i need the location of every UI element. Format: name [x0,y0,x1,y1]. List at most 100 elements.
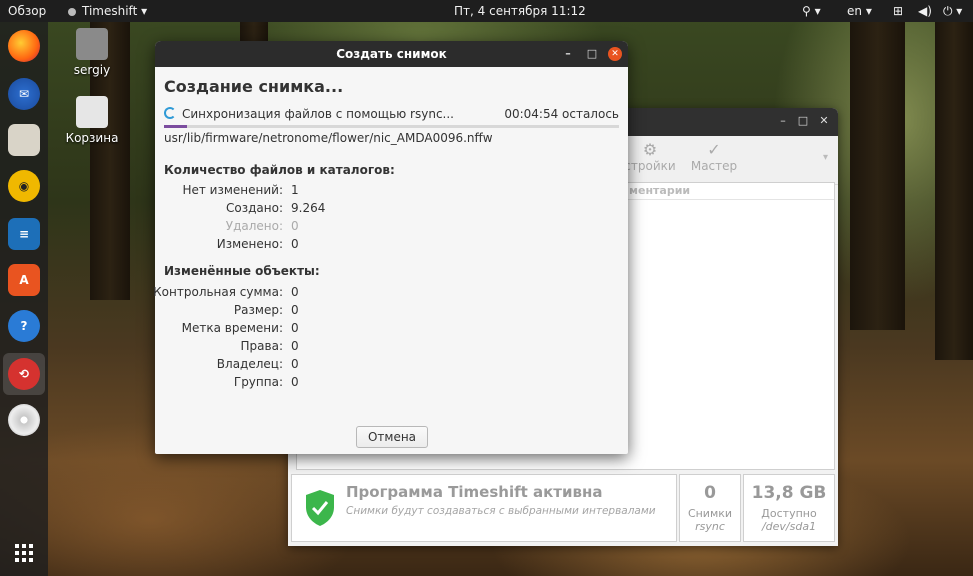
available-label: Доступно [761,507,817,520]
clock[interactable]: Пт, 4 сентября 11:12 [454,0,586,22]
time-remaining: 00:04:54 осталось [504,107,619,121]
dialog-title: Создать снимок [336,47,447,61]
toolbar-wizard[interactable]: ✓ Мастер [684,140,744,173]
chevron-down-icon[interactable]: ▾ [823,152,828,163]
count-row: Изменено: 0 [155,237,455,255]
changed-value: 0 [291,321,299,335]
gear-icon: ⚙ [642,140,658,159]
snapshots-label: Снимки [687,507,733,520]
count-label: Нет изменений: [182,183,283,197]
maximize-icon[interactable]: □ [585,47,599,61]
network-icon[interactable]: ⊞ [893,0,903,22]
changed-value: 0 [291,285,299,299]
status-title: Программа Timeshift активна [346,483,603,501]
tree-trunk [935,0,973,360]
changed-label: Владелец: [216,357,283,371]
sync-status: Синхронизация файлов с помощью rsync... … [164,107,619,121]
home-folder-icon [76,28,108,60]
snapshots-sub: rsync [695,520,725,533]
language-indicator[interactable]: en ▾ [847,0,872,22]
count-row: Удалено: 0 [155,219,455,237]
power-icon[interactable]: ⏻ ▾ [943,0,962,22]
count-value: 1 [291,183,299,197]
changed-value: 0 [291,339,299,353]
changed-value: 0 [291,375,299,389]
available-card: 13,8 GB Доступно /dev/sda1 [743,474,835,542]
disc-icon[interactable] [8,404,40,436]
desktop-trash[interactable]: Корзина [62,96,122,145]
timeshift-icon[interactable]: ⟲ [8,358,40,390]
tree-trunk [850,0,905,330]
chevron-down-icon: ▾ [141,4,148,18]
timeshift-icon [68,7,76,16]
progress-fill [164,125,187,128]
dialog-titlebar: Создать снимок – □ ✕ [155,41,628,67]
counts-section-title: Количество файлов и каталогов: [164,163,395,177]
desktop-icon-label: sergiy [73,63,111,77]
count-value: 0 [291,237,299,251]
count-value: 0 [291,219,299,233]
changed-label: Права: [240,339,283,353]
toolbar-wizard-label: Мастер [690,159,738,173]
changed-row: Размер: 0 [155,303,455,321]
trash-icon [76,96,108,128]
cancel-button[interactable]: Отмена [356,426,428,448]
dock: ✉ ◉ ≡ A ? ⟲ [0,22,48,576]
help-icon[interactable]: ? [8,310,40,342]
snapshots-card: 0 Снимки rsync [679,474,741,542]
app-name: Timeshift [82,4,138,18]
changed-section-title: Изменённые объекты: [164,264,320,278]
thunderbird-icon[interactable]: ✉ [8,78,40,110]
toolbar-settings[interactable]: ⚙ стройки [620,140,680,173]
top-bar: Обзор Timeshift ▾ Пт, 4 сентября 11:12 ⚲… [0,0,973,22]
close-icon[interactable]: ✕ [608,47,622,61]
writer-icon[interactable]: ≡ [8,218,40,250]
accessibility-icon[interactable]: ⚲ ▾ [802,0,821,22]
create-snapshot-dialog: Создать снимок – □ ✕ Создание снимка... … [153,41,628,454]
desktop-home-folder[interactable]: sergiy [62,28,122,77]
maximize-icon[interactable]: □ [796,114,810,128]
minimize-icon[interactable]: – [776,114,790,128]
count-label: Создано: [226,201,283,215]
check-circle-icon: ✓ [707,140,721,159]
count-value: 9.264 [291,201,326,215]
changed-row: Контрольная сумма: 0 [153,285,455,303]
changed-row: Группа: 0 [155,375,455,393]
minimize-icon[interactable]: – [561,47,575,61]
changed-label: Метка времени: [181,321,283,335]
files-icon[interactable] [8,124,40,156]
rhythmbox-icon[interactable]: ◉ [8,170,40,202]
shield-check-icon [306,490,334,526]
available-size: 13,8 GB [751,483,827,503]
language-label: en [847,4,862,18]
progress-bar [164,125,619,128]
count-label: Изменено: [216,237,283,251]
count-label: Удалено: [225,219,283,233]
status-panel: Программа Timeshift активна Снимки будут… [291,474,677,542]
changed-row: Владелец: 0 [155,357,455,375]
spinner-icon [164,107,176,119]
changed-label: Контрольная сумма: [153,285,283,299]
changed-row: Метка времени: 0 [155,321,455,339]
current-file-path: usr/lib/firmware/netronome/flower/nic_AM… [164,131,493,145]
apps-grid-icon[interactable] [8,537,40,569]
changed-row: Права: 0 [155,339,455,357]
sync-text: Синхронизация файлов с помощью rsync... [182,107,454,121]
changed-label: Группа: [233,375,283,389]
count-row: Нет изменений: 1 [155,183,455,201]
toolbar-settings-label: стройки [624,159,676,173]
count-row: Создано: 9.264 [155,201,455,219]
firefox-icon[interactable] [8,30,40,62]
dialog-heading: Создание снимка... [164,77,344,96]
volume-icon[interactable]: ◀) [918,0,932,22]
apps-grid-glyph [15,544,33,562]
changed-label: Размер: [233,303,283,317]
desktop-icon-label: Корзина [65,131,119,145]
status-subtitle: Снимки будут создаваться с выбранными ин… [346,505,656,517]
available-device: /dev/sda1 [761,520,817,533]
activities-button[interactable]: Обзор [8,0,46,22]
changed-value: 0 [291,303,299,317]
close-icon[interactable]: ✕ [817,114,831,128]
app-menu[interactable]: Timeshift ▾ [68,0,147,22]
software-icon[interactable]: A [8,264,40,296]
